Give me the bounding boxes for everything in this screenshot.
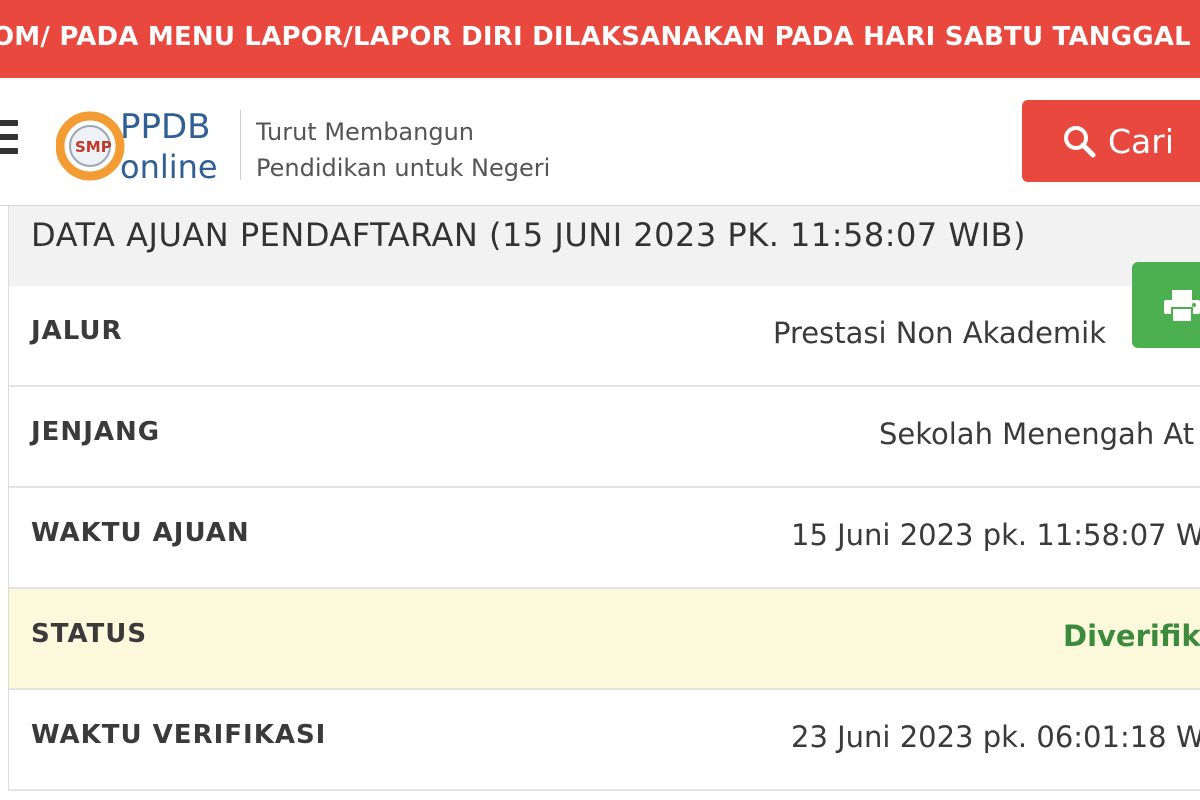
row-label: WAKTU VERIFIKASI bbox=[31, 720, 327, 750]
search-button[interactable]: Cari bbox=[1022, 100, 1200, 182]
svg-text:SMP: SMP bbox=[75, 138, 112, 156]
status-badge: Diverifika bbox=[1063, 619, 1200, 653]
announcement-ticker: OM/ PADA MENU LAPOR/LAPOR DIRI DILAKSANA… bbox=[0, 0, 1200, 78]
row-label: WAKTU AJUAN bbox=[31, 518, 250, 548]
table-row: JENJANG Sekolah Menengah At bbox=[9, 387, 1200, 488]
row-value: 23 Juni 2023 pk. 06:01:18 W bbox=[791, 720, 1200, 754]
row-value: Sekolah Menengah At bbox=[879, 417, 1195, 451]
row-label: JALUR bbox=[31, 316, 123, 346]
ticker-text: OM/ PADA MENU LAPOR/LAPOR DIRI DILAKSANA… bbox=[0, 22, 1200, 52]
tagline-line-1: Turut Membangun bbox=[256, 118, 475, 146]
tagline: Turut Membangun Pendidikan untuk Negeri bbox=[256, 114, 550, 186]
row-label: JENJANG bbox=[31, 417, 161, 447]
tagline-line-2: Pendidikan untuk Negeri bbox=[256, 154, 551, 182]
svg-text:online: online bbox=[120, 148, 218, 186]
ppdb-online-logo[interactable]: SMP PPDB online bbox=[56, 100, 226, 190]
logo-divider bbox=[240, 110, 241, 180]
hamburger-icon[interactable] bbox=[0, 120, 18, 160]
table-row: JALUR Prestasi Non Akademik bbox=[9, 286, 1200, 387]
table-row: WAKTU AJUAN 15 Juni 2023 pk. 11:58:07 W bbox=[9, 488, 1200, 589]
table-row-status: STATUS Diverifika bbox=[9, 589, 1200, 690]
svg-text:PPDB: PPDB bbox=[120, 107, 211, 147]
panel-header: DATA AJUAN PENDAFTARAN (15 JUNI 2023 PK.… bbox=[8, 206, 1200, 286]
page-title: DATA AJUAN PENDAFTARAN (15 JUNI 2023 PK.… bbox=[31, 216, 1026, 254]
search-icon bbox=[1064, 126, 1096, 158]
table-row: WAKTU VERIFIKASI 23 Juni 2023 pk. 06:01:… bbox=[9, 690, 1200, 791]
navbar: SMP PPDB online Turut Membangun Pendidik… bbox=[0, 78, 1200, 206]
row-label: STATUS bbox=[31, 619, 148, 649]
row-value: Prestasi Non Akademik bbox=[773, 316, 1107, 350]
registration-data-table: JALUR Prestasi Non Akademik JENJANG Seko… bbox=[8, 286, 1200, 791]
row-value: 15 Juni 2023 pk. 11:58:07 W bbox=[791, 518, 1200, 552]
search-label: Cari bbox=[1108, 121, 1174, 161]
printer-icon bbox=[1164, 290, 1200, 323]
print-button[interactable] bbox=[1132, 262, 1200, 348]
